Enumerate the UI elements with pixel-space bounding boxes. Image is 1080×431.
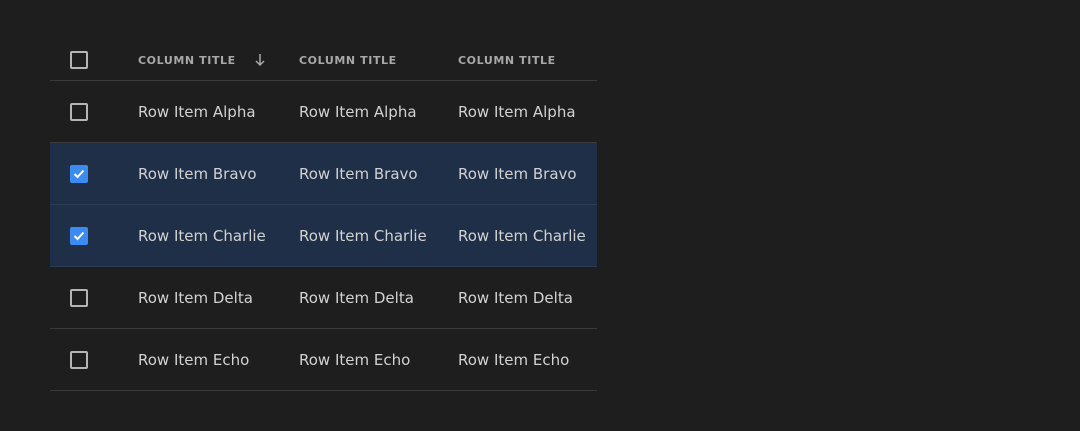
cell-text: Row Item Alpha	[299, 102, 417, 121]
table-row[interactable]: Row Item Bravo Row Item Bravo Row Item B…	[50, 143, 597, 205]
table-cell: Row Item Delta	[138, 267, 298, 328]
table-row[interactable]: Row Item Charlie Row Item Charlie Row It…	[50, 205, 597, 267]
table-row[interactable]: Row Item Alpha Row Item Alpha Row Item A…	[50, 81, 597, 143]
table-panel: COLUMN TITLE COLUMN TITLE COLUMN TITLE R…	[0, 0, 1080, 431]
table-cell: Row Item Alpha	[458, 81, 597, 142]
table-cell: Row Item Charlie	[458, 205, 597, 266]
cell-text: Row Item Charlie	[458, 226, 586, 245]
arrow-down-icon[interactable]	[254, 53, 266, 67]
table-cell: Row Item Delta	[299, 267, 457, 328]
column-title-3: COLUMN TITLE	[458, 53, 556, 67]
column-header-2[interactable]: COLUMN TITLE	[299, 40, 457, 80]
table-cell: Row Item Echo	[138, 329, 298, 390]
row-checkbox[interactable]	[70, 164, 88, 183]
cell-text: Row Item Delta	[138, 288, 253, 307]
table-header-row: COLUMN TITLE COLUMN TITLE COLUMN TITLE	[50, 40, 597, 81]
table-cell: Row Item Alpha	[138, 81, 298, 142]
cell-text: Row Item Echo	[458, 350, 570, 369]
cell-text: Row Item Bravo	[299, 164, 418, 183]
row-checkbox[interactable]	[70, 350, 88, 369]
cell-text: Row Item Alpha	[138, 102, 256, 121]
row-checkbox[interactable]	[70, 226, 88, 245]
table-cell: Row Item Echo	[299, 329, 457, 390]
table-cell: Row Item Charlie	[138, 205, 298, 266]
column-header-1[interactable]: COLUMN TITLE	[138, 40, 298, 80]
row-select-cell	[70, 267, 130, 328]
select-all-checkbox[interactable]	[70, 51, 88, 69]
checkmark-icon	[73, 169, 85, 178]
table-cell: Row Item Delta	[458, 267, 597, 328]
row-select-cell	[70, 81, 130, 142]
select-all-cell	[70, 40, 130, 80]
cell-text: Row Item Charlie	[138, 226, 266, 245]
table-row[interactable]: Row Item Echo Row Item Echo Row Item Ech…	[50, 329, 597, 391]
table-cell: Row Item Charlie	[299, 205, 457, 266]
table-cell: Row Item Bravo	[299, 143, 457, 204]
cell-text: Row Item Delta	[299, 288, 414, 307]
row-checkbox[interactable]	[70, 102, 88, 121]
row-select-cell	[70, 329, 130, 390]
table-cell: Row Item Bravo	[458, 143, 597, 204]
table-cell: Row Item Bravo	[138, 143, 298, 204]
cell-text: Row Item Echo	[138, 350, 250, 369]
table-row[interactable]: Row Item Delta Row Item Delta Row Item D…	[50, 267, 597, 329]
column-title-1: COLUMN TITLE	[138, 53, 236, 67]
column-header-3[interactable]: COLUMN TITLE	[458, 40, 597, 80]
cell-text: Row Item Alpha	[458, 102, 576, 121]
table-cell: Row Item Alpha	[299, 81, 457, 142]
checkmark-icon	[73, 231, 85, 240]
cell-text: Row Item Delta	[458, 288, 573, 307]
table-bottom-divider	[50, 390, 118, 391]
cell-text: Row Item Charlie	[299, 226, 427, 245]
row-select-cell	[70, 143, 130, 204]
cell-text: Row Item Bravo	[138, 164, 257, 183]
row-select-cell	[70, 205, 130, 266]
table-cell: Row Item Echo	[458, 329, 597, 390]
cell-text: Row Item Bravo	[458, 164, 577, 183]
column-title-2: COLUMN TITLE	[299, 53, 397, 67]
row-checkbox[interactable]	[70, 288, 88, 307]
cell-text: Row Item Echo	[299, 350, 411, 369]
data-table: COLUMN TITLE COLUMN TITLE COLUMN TITLE R…	[50, 40, 597, 391]
